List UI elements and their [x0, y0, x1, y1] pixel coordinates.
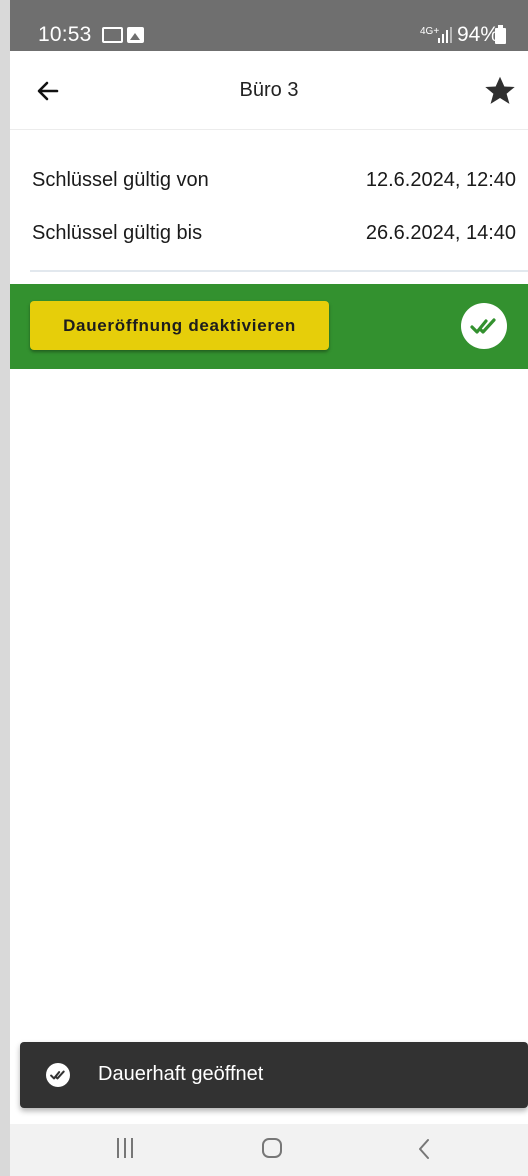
- battery-level: 94%: [457, 23, 500, 46]
- double-check-icon: [470, 318, 496, 334]
- notification-icon: [102, 27, 123, 43]
- snackbar-message: Dauerhaft geöffnet: [98, 1063, 264, 1085]
- network-type: 4G+: [420, 26, 440, 37]
- battery-icon: [495, 25, 506, 44]
- app-screen: 10:53 4G+ 94% Büro 3 Schlüssel gültig vo…: [10, 0, 528, 1176]
- permanent-open-bar: Daueröffnung deaktivieren: [10, 284, 528, 369]
- system-nav-bar: [10, 1124, 528, 1176]
- snackbar: Dauerhaft geöffnet: [20, 1042, 528, 1108]
- signal-icon: [438, 27, 452, 43]
- valid-from-row: Schlüssel gültig von 12.6.2024, 12:40: [32, 169, 516, 199]
- status-indicator: [461, 303, 507, 349]
- status-bar: 10:53 4G+ 94%: [10, 0, 528, 51]
- snackbar-status: [46, 1063, 70, 1087]
- double-check-icon: [50, 1070, 65, 1080]
- valid-until-label: Schlüssel gültig bis: [32, 222, 203, 244]
- recents-button[interactable]: [113, 1135, 137, 1161]
- page-title: Büro 3: [239, 79, 299, 101]
- back-chevron-icon: [419, 1139, 429, 1159]
- star-icon: [485, 76, 515, 104]
- valid-until-row: Schlüssel gültig bis 26.6.2024, 14:40: [32, 222, 516, 252]
- valid-until-value: 26.6.2024, 14:40: [365, 222, 516, 244]
- image-notification-icon: [127, 27, 144, 43]
- valid-from-value: 12.6.2024, 12:40: [365, 169, 516, 191]
- deactivate-permanent-open-button[interactable]: Daueröffnung deaktivieren: [30, 301, 329, 350]
- status-time: 10:53: [38, 23, 92, 46]
- app-header: Büro 3: [10, 51, 528, 130]
- divider: [30, 270, 528, 272]
- home-button[interactable]: [262, 1138, 282, 1158]
- valid-from-label: Schlüssel gültig von: [32, 169, 209, 191]
- favorite-button[interactable]: [478, 69, 522, 113]
- nav-back-button[interactable]: [413, 1136, 437, 1162]
